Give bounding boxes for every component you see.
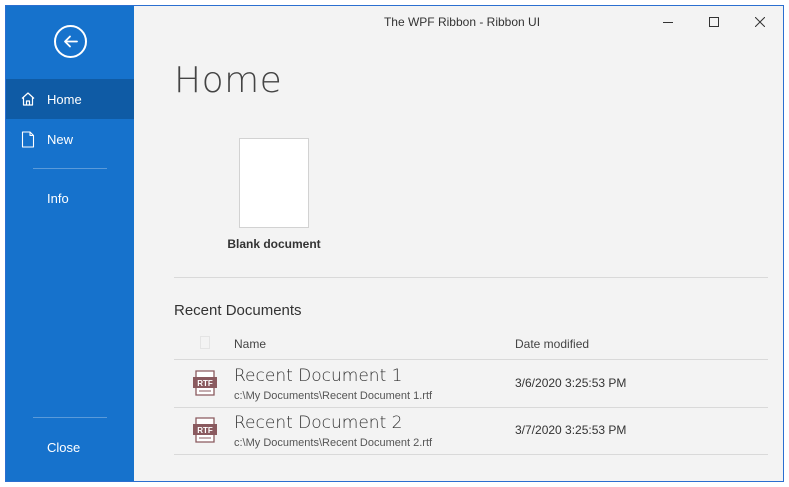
backstage-content: Home Blank document Recent Documents Nam… [134, 6, 783, 481]
sidebar-item-home[interactable]: Home [6, 79, 134, 119]
document-icon [20, 130, 36, 148]
backstage-sidebar: Home New Info Close [6, 6, 134, 481]
app-window: Home New Info Close The WPF Ribbon - Rib… [5, 5, 784, 482]
arrow-left-circle-icon [64, 35, 78, 48]
rtf-file-icon: RTF [193, 370, 217, 396]
document-path: c:\My Documents\Recent Document 1.rtf [234, 390, 433, 402]
rtf-file-icon: RTF [193, 417, 217, 443]
rtf-icon-text: RTF [197, 426, 213, 435]
document-path: c:\My Documents\Recent Document 2.rtf [234, 437, 433, 449]
home-icon [20, 90, 36, 108]
document-date: 3/6/2020 3:25:53 PM [515, 376, 627, 390]
sidebar-item-label: Close [47, 439, 81, 455]
sidebar-separator [33, 417, 107, 418]
sidebar-item-label: Info [47, 190, 69, 206]
document-date: 3/7/2020 3:25:53 PM [515, 423, 627, 437]
page-title: Home [174, 60, 283, 101]
back-button[interactable] [54, 25, 87, 58]
file-type-column-icon [200, 336, 210, 349]
sidebar-item-label: Home [47, 91, 82, 107]
column-header-name[interactable]: Name [234, 337, 266, 351]
section-divider [174, 277, 768, 278]
sidebar-item-new[interactable]: New [6, 119, 134, 159]
recent-document-row[interactable]: RTF Recent Document 1 c:\My Documents\Re… [174, 360, 768, 407]
column-header-date[interactable]: Date modified [515, 337, 589, 351]
row-divider [174, 454, 768, 455]
sidebar-item-info[interactable]: Info [6, 178, 134, 218]
document-name: Recent Document 2 [234, 413, 403, 433]
blank-document-label: Blank document [227, 237, 321, 251]
document-name: Recent Document 1 [234, 366, 403, 386]
rtf-icon-text: RTF [197, 379, 213, 388]
sidebar-separator [33, 168, 107, 169]
recent-documents-title: Recent Documents [174, 302, 302, 319]
recent-document-row[interactable]: RTF Recent Document 2 c:\My Documents\Re… [174, 407, 768, 454]
sidebar-item-close[interactable]: Close [6, 427, 134, 467]
sidebar-item-label: New [47, 131, 74, 147]
blank-document-thumbnail [239, 138, 309, 228]
